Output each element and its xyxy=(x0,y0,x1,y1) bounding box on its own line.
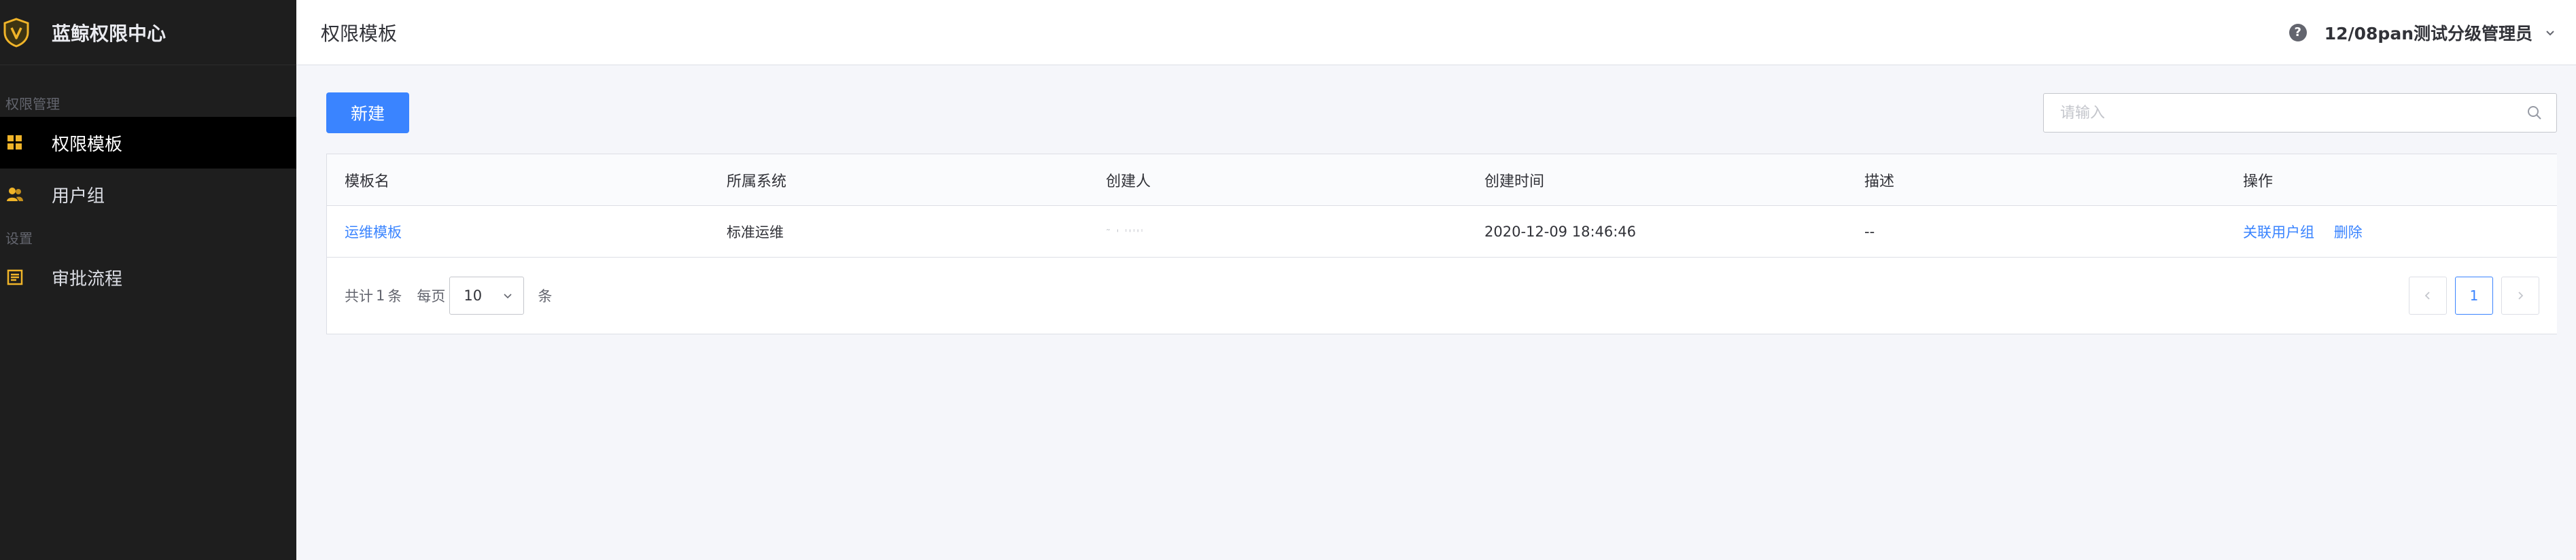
search-input[interactable] xyxy=(2060,104,2526,122)
creator-cell: ˜ ' ˈ'ˈ'ˈ xyxy=(1106,228,1145,239)
page-size-value: 10 xyxy=(464,287,483,304)
system-cell: 标准运维 xyxy=(727,224,784,241)
sidebar-item-label: 用户组 xyxy=(52,186,105,207)
new-button[interactable]: 新建 xyxy=(326,92,409,133)
total-suffix: 条 xyxy=(387,288,402,304)
total-count: 1 xyxy=(376,287,385,304)
column-header: 描述 xyxy=(1864,173,1895,190)
page-size-select[interactable]: 10 xyxy=(449,277,525,315)
template-name-link[interactable]: 运维模板 xyxy=(345,224,402,241)
created-time-cell: 2020-12-09 18:46:46 xyxy=(1484,223,1637,240)
main-content: 新建 模板名 所属系统 创建人 创建时间 描述 操作 运维模板 标准运维 ˜ '… xyxy=(326,92,2557,334)
chevron-left-icon xyxy=(2424,292,2430,300)
column-header: 操作 xyxy=(2243,173,2274,190)
menu-group-permission: 权限管理 xyxy=(5,96,60,112)
total-prefix: 共计 xyxy=(345,288,373,304)
approval-icon xyxy=(5,268,24,287)
prev-page-button[interactable] xyxy=(2409,277,2447,315)
sidebar-item-approval-process[interactable]: 审批流程 xyxy=(0,251,296,303)
help-icon[interactable]: ? xyxy=(2288,23,2307,41)
pager-controls: 1 xyxy=(2409,277,2539,315)
pagination: 共计 1 条 每页 10 条 1 xyxy=(327,258,2557,334)
next-page-button[interactable] xyxy=(2501,277,2539,315)
column-header: 所属系统 xyxy=(727,173,787,190)
sidebar-item-label: 审批流程 xyxy=(52,268,123,290)
template-table: 模板名 所属系统 创建人 创建时间 描述 操作 运维模板 标准运维 ˜ ' ˈ'… xyxy=(326,154,2557,334)
per-page-suffix: 条 xyxy=(538,288,553,304)
user-menu[interactable]: ? 12/08pan测试分级管理员 xyxy=(2288,20,2556,45)
column-header: 创建时间 xyxy=(1484,173,1545,190)
brand[interactable]: 蓝鲸权限中心 xyxy=(0,0,296,65)
delete-link[interactable]: 删除 xyxy=(2334,224,2363,241)
chevron-down-icon xyxy=(503,287,512,304)
description-cell: -- xyxy=(1864,223,1875,240)
sidebar: 蓝鲸权限中心 权限管理 权限模板 用户组 设置 审批流程 xyxy=(0,0,296,560)
chevron-right-icon xyxy=(2518,292,2524,300)
shield-logo-icon xyxy=(1,17,31,48)
link-user-group-link[interactable]: 关联用户组 xyxy=(2243,224,2314,241)
column-header: 模板名 xyxy=(345,173,390,190)
table-header: 模板名 所属系统 创建人 创建时间 描述 操作 xyxy=(327,154,2557,206)
actions-cell: 关联用户组 删除 xyxy=(2225,222,2557,242)
users-icon xyxy=(5,185,24,204)
app-title: 蓝鲸权限中心 xyxy=(52,22,167,45)
sidebar-item-permission-template[interactable]: 权限模板 xyxy=(0,117,296,169)
chevron-down-icon[interactable] xyxy=(2545,27,2556,38)
search-icon[interactable] xyxy=(2526,105,2543,121)
page-title: 权限模板 xyxy=(321,22,398,45)
per-page-label: 每页 xyxy=(417,288,446,304)
search-box[interactable] xyxy=(2043,93,2557,133)
user-name[interactable]: 12/08pan测试分级管理员 xyxy=(2325,20,2533,45)
menu-group-settings: 设置 xyxy=(5,230,33,247)
sidebar-item-user-group[interactable]: 用户组 xyxy=(0,169,296,220)
toolbar: 新建 xyxy=(326,92,2557,133)
top-header: 权限模板 ? 12/08pan测试分级管理员 xyxy=(296,0,2576,65)
pagination-summary: 共计 1 条 每页 10 条 xyxy=(345,277,552,315)
grid-icon xyxy=(5,133,24,152)
column-header: 创建人 xyxy=(1106,173,1151,190)
table-row: 运维模板 标准运维 ˜ ' ˈ'ˈ'ˈ 2020-12-09 18:46:46 … xyxy=(327,206,2557,258)
sidebar-item-label: 权限模板 xyxy=(52,134,123,155)
page-button-current[interactable]: 1 xyxy=(2455,277,2493,315)
